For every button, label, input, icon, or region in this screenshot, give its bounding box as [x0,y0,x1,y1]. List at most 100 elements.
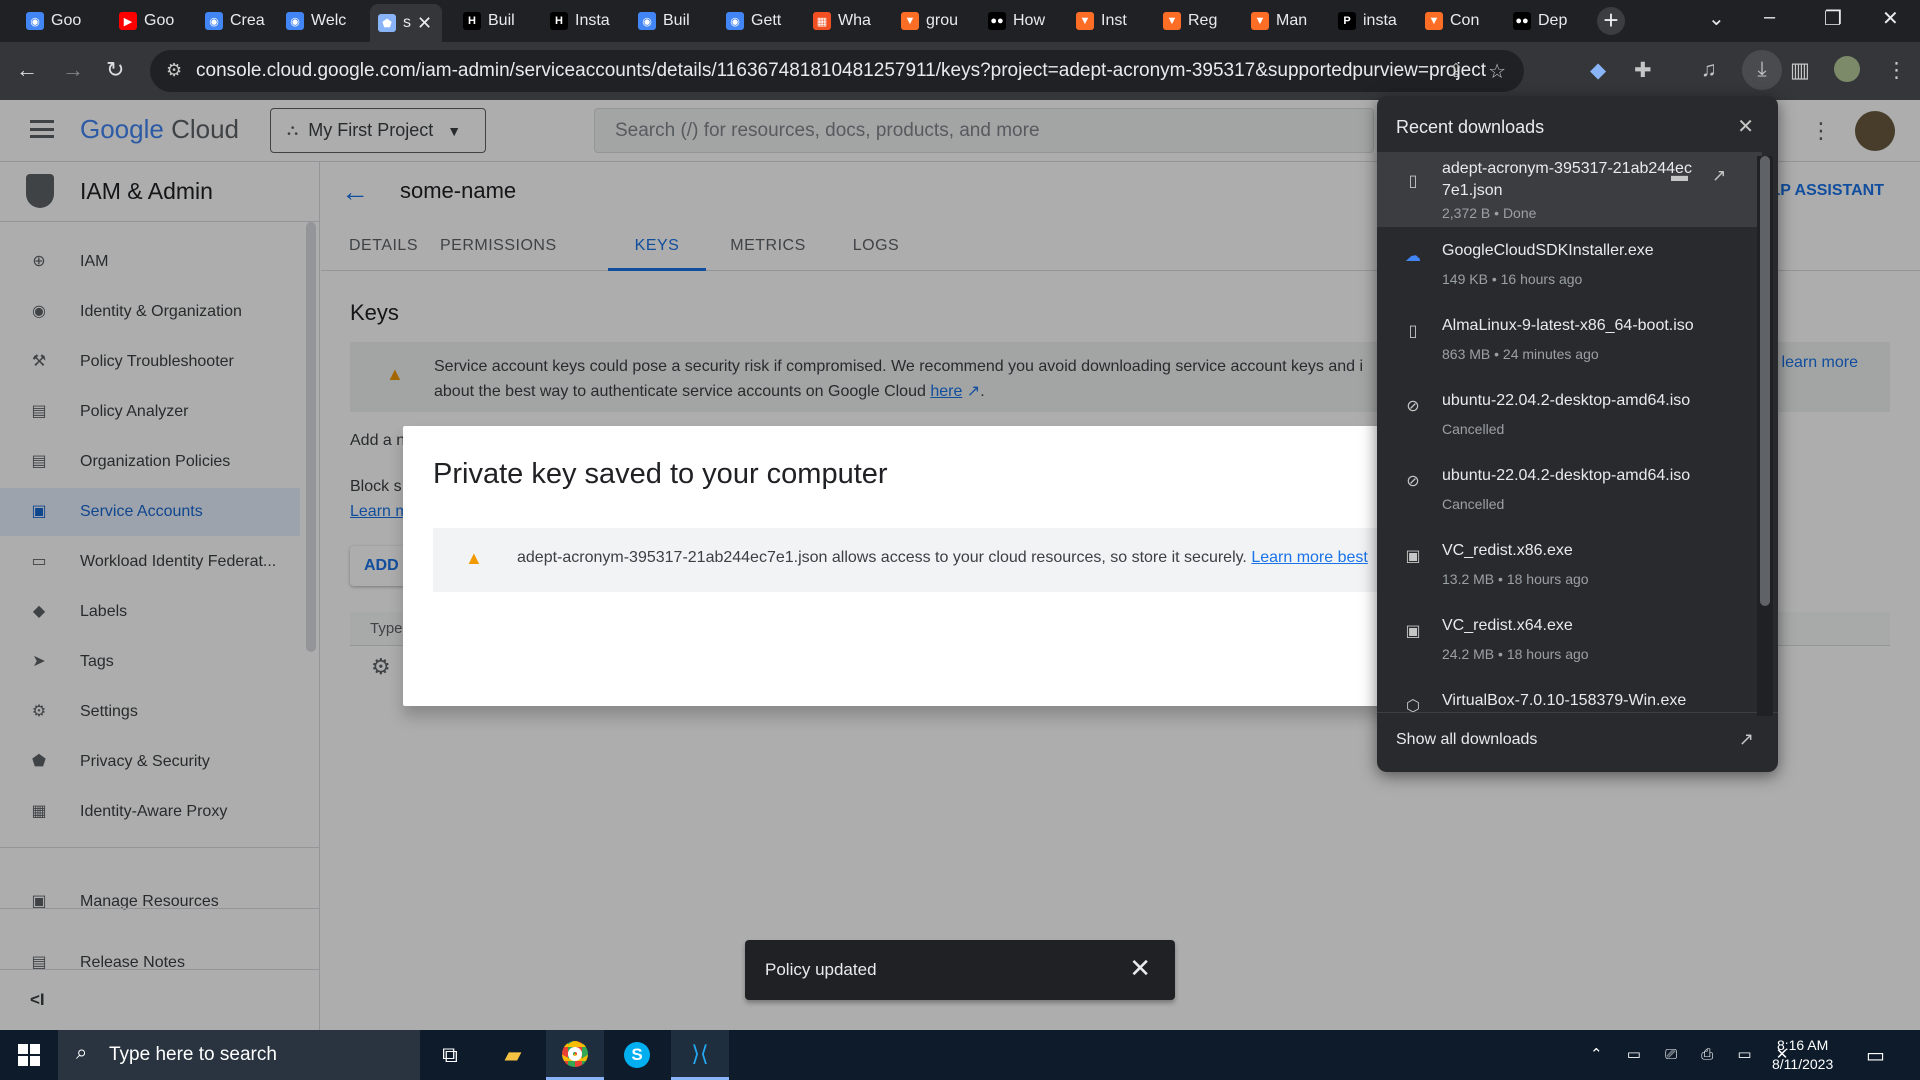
browser-tab[interactable]: ▼ Reg [1155,6,1235,36]
browser-tab[interactable]: ◉ Goo [18,6,98,36]
tab-label: s [403,14,411,31]
tab-label: Buil [488,12,515,29]
site-info-icon[interactable]: ⚙ [166,60,182,81]
tab-search-icon[interactable]: ⌄ [1708,6,1725,31]
learn-more-best-practices-link[interactable]: Learn more best [1251,549,1368,566]
browser-tab[interactable]: ▼ Con [1417,6,1497,36]
scrollbar-thumb[interactable] [1760,156,1770,606]
new-tab-button[interactable]: + [1597,7,1625,35]
download-filename: GoogleCloudSDKInstaller.exe [1442,242,1654,259]
tab-label: grou [926,12,959,29]
medium-icon: ●● [988,12,1006,30]
forward-icon[interactable]: → [62,57,84,83]
browser-tab[interactable]: ●● How [980,6,1060,36]
browser-tab[interactable]: ◉ Gett [718,6,798,36]
tab-label: Crea [230,12,265,29]
download-filename: ubuntu-22.04.2-desktop-amd64.iso [1442,392,1691,409]
download-status: 149 KB • 16 hours ago [1442,271,1583,287]
browser-tab[interactable]: ●● Dep [1505,6,1585,36]
reload-icon[interactable]: ↻ [106,57,124,83]
download-status: 863 MB • 24 minutes ago [1442,346,1599,362]
windows-start-icon[interactable] [18,1044,40,1066]
vscode-icon[interactable]: ⟩⟨ [671,1030,729,1080]
google-cloud-icon: ◉ [638,12,656,30]
open-in-new-icon[interactable]: ↗ [1739,729,1754,750]
download-filename: ubuntu-22.04.2-desktop-amd64.iso [1442,467,1691,484]
private-key-dialog: Private key saved to your computer ▲ ade… [403,426,1483,706]
close-icon[interactable]: ✕ [1129,953,1151,984]
browser-tab[interactable]: ◉ Crea [197,6,277,36]
taskbar-clock[interactable]: 8:16 AM 8/11/2023 [1772,1036,1833,1074]
browser-tab[interactable]: ▼ Inst [1068,6,1148,36]
system-tray[interactable]: ⌃ ▭ ⎚ ⎙ ▭ ✕ [1590,1045,1798,1063]
chrome-taskbar-icon[interactable] [546,1030,604,1080]
media-control-icon[interactable]: ♫ [1701,58,1717,82]
browser-tab[interactable]: H Buil [455,6,535,36]
notification-icon[interactable]: ▭ [1866,1043,1885,1068]
file-explorer-icon[interactable]: ▰ [484,1030,542,1080]
browser-tab[interactable]: ◉ Buil [630,6,710,36]
downloads-scrollbar[interactable] [1757,156,1773,716]
dialog-message-text: adept-acronym-395317-21ab244ec7e1.json a… [517,549,1252,566]
browser-tab[interactable]: H Insta [542,6,622,36]
download-item[interactable]: ▯ AlmaLinux-9-latest-x86_64-boot.iso 863 M… [1377,302,1762,377]
hashicorp-icon: H [463,12,481,30]
installer-icon: ▣ [1405,548,1421,565]
show-in-folder-icon[interactable]: ▬ [1671,166,1688,186]
microsoft-icon: ▦ [813,12,831,30]
browser-tab[interactable]: ◉ Welc [278,6,358,36]
download-item[interactable]: ⊘ ubuntu-22.04.2-desktop-amd64.iso Cancell… [1377,452,1762,527]
profile-avatar[interactable] [1834,56,1860,82]
share-icon[interactable]: ⇪ [1448,60,1464,83]
browser-tab[interactable]: ▦ Wha [805,6,885,36]
download-item[interactable]: ☁ GoogleCloudSDKInstaller.exe 149 KB • 16 … [1377,227,1762,302]
task-view-icon[interactable]: ⧉ [421,1030,479,1080]
tab-label: insta [1363,12,1397,29]
tab-label: Dep [1538,12,1568,29]
installer-icon: ▣ [1405,623,1421,640]
downloads-icon[interactable]: ⤓ [1742,50,1782,90]
clock-time: 8:16 AM [1776,1037,1829,1053]
browser-tab[interactable]: ⬟ s ✕ [370,4,442,42]
extension-shield-icon[interactable]: ◆ [1590,58,1606,83]
youtube-icon: ▶ [119,12,137,30]
open-file-icon[interactable]: ↗ [1712,166,1726,186]
download-item[interactable]: ▣ VC_redist.x86.exe 13.2 MB • 18 hours ago [1377,527,1762,602]
tab-label: Gett [751,12,782,29]
taskbar-search[interactable]: ⌕ Type here to search [58,1030,420,1080]
browser-tab[interactable]: ▶ Goo [111,6,191,36]
close-window-icon[interactable]: ✕ [1882,6,1899,31]
download-status: Cancelled [1442,421,1505,437]
download-filename: VirtualBox-7.0.10-158379-Win.exe [1442,692,1687,709]
warning-icon: ▲ [465,548,483,568]
dialog-message: adept-acronym-395317-21ab244ec7e1.json a… [517,549,1368,567]
download-item[interactable]: ▯ adept-acronym-395317-21ab244ec7e1.json 2… [1377,152,1762,227]
extensions-puzzle-icon[interactable]: ✚ [1634,58,1652,83]
close-icon[interactable]: ✕ [1737,114,1754,139]
gitlab-icon: ▼ [1076,12,1094,30]
tab-label: Goo [144,12,175,29]
tab-label: Insta [575,12,610,29]
download-item[interactable]: ▣ VC_redist.x64.exe 24.2 MB • 18 hours ago [1377,602,1762,677]
download-status: 2,372 B • Done [1442,205,1537,221]
dialog-title: Private key saved to your computer [433,458,888,490]
bookmark-star-icon[interactable]: ☆ [1488,59,1506,84]
browser-tab[interactable]: ▼ grou [893,6,973,36]
skype-icon[interactable]: S [608,1030,666,1080]
downloads-bubble: Recent downloads ✕ ▯ adept-acronym-395317… [1377,96,1778,772]
minimize-icon[interactable]: – [1764,6,1775,29]
browser-tab[interactable]: Pinsta [1330,6,1410,36]
address-bar[interactable]: ⚙ console.cloud.google.com/iam-admin/ser… [150,50,1524,92]
tab-label: Welc [311,12,347,29]
download-item[interactable]: ⬡ VirtualBox-7.0.10-158379-Win.exe [1377,677,1762,712]
chrome-menu-icon[interactable]: ⋮ [1886,58,1907,83]
back-icon[interactable]: ← [16,57,38,83]
side-panel-icon[interactable]: ▥ [1790,58,1810,83]
browser-tab-strip: ◉ Goo ▶ Goo ◉ Crea ◉ Welc ⬟ s ✕ H Buil H Insta ◉ Buil ◉ Ge… [0,0,1920,42]
show-all-downloads-link[interactable]: Show all downloads [1396,731,1537,749]
close-tab-icon[interactable]: ✕ [417,13,432,34]
download-item[interactable]: ⊘ ubuntu-22.04.2-desktop-amd64.iso Cancell… [1377,377,1762,452]
browser-tab[interactable]: ▼ Man [1243,6,1323,36]
virtualbox-icon: ⬡ [1406,698,1420,712]
restore-icon[interactable]: ❐ [1824,6,1842,31]
